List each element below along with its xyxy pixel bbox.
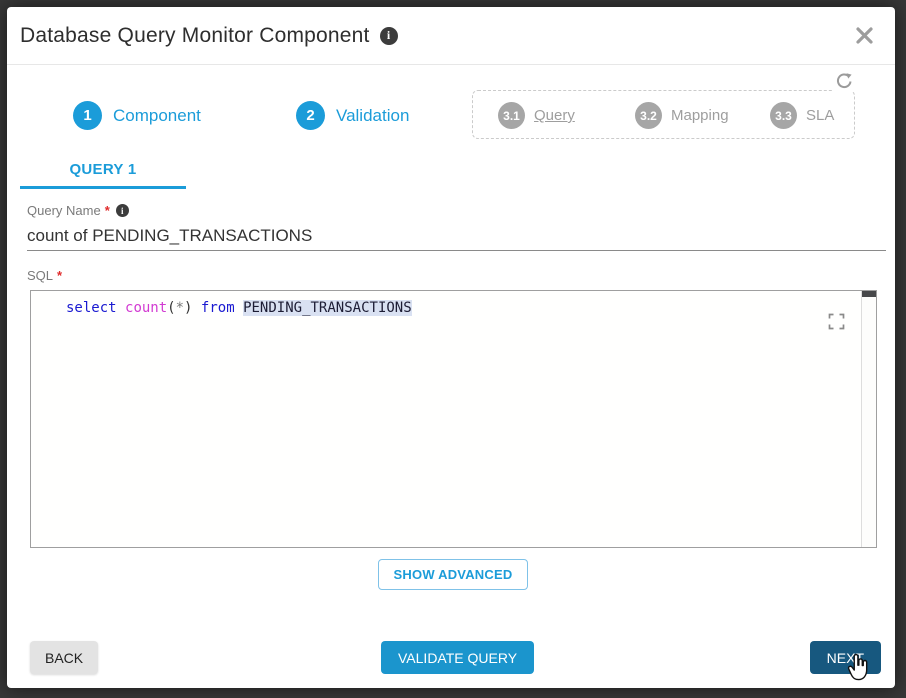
query-name-input[interactable] xyxy=(27,221,886,251)
tab-label: QUERY 1 xyxy=(69,161,136,178)
wizard-step-sla[interactable]: 3.3 SLA xyxy=(770,102,834,129)
validate-query-button[interactable]: VALIDATE QUERY xyxy=(381,641,534,674)
sql-keyword: select xyxy=(66,300,125,316)
query-name-label-row: Query Name * i xyxy=(27,203,129,218)
sql-star: * xyxy=(176,300,184,316)
show-advanced-button[interactable]: SHOW ADVANCED xyxy=(378,559,528,590)
substep-number-badge: 3.1 xyxy=(498,102,525,129)
back-button[interactable]: BACK xyxy=(30,641,98,674)
required-mark: * xyxy=(57,268,62,283)
substep-label: Query xyxy=(534,107,575,124)
info-icon[interactable]: i xyxy=(116,204,129,217)
step-number-badge: 2 xyxy=(296,101,325,130)
sql-paren: ( xyxy=(167,300,175,316)
substep-number-badge: 3.2 xyxy=(635,102,662,129)
sql-function: count xyxy=(125,300,167,316)
refresh-icon[interactable] xyxy=(833,71,856,92)
substep-label: Mapping xyxy=(671,107,729,124)
sql-table-name: PENDING_TRANSACTIONS xyxy=(243,300,412,316)
info-icon[interactable]: i xyxy=(380,27,398,45)
sql-code-editor[interactable]: select count(*) from PENDING_TRANSACTION… xyxy=(30,290,877,548)
sql-keyword: from xyxy=(201,300,235,316)
step-label: Validation xyxy=(336,106,409,126)
editor-vertical-scrollbar[interactable] xyxy=(861,291,876,547)
wizard-step-component[interactable]: 1 Component xyxy=(73,101,201,130)
database-query-monitor-dialog: Database Query Monitor Component i 1 Com… xyxy=(7,7,895,688)
fullscreen-expand-icon[interactable] xyxy=(828,313,845,330)
step-label: Component xyxy=(113,106,201,126)
query-name-label: Query Name xyxy=(27,203,101,218)
close-icon[interactable] xyxy=(854,25,875,46)
dialog-header: Database Query Monitor Component i xyxy=(7,7,895,65)
required-mark: * xyxy=(105,203,110,218)
sql-label-row: SQL * xyxy=(27,268,62,283)
scrollbar-thumb[interactable] xyxy=(862,291,876,297)
sql-label: SQL xyxy=(27,268,53,283)
tab-query-1[interactable]: QUERY 1 xyxy=(20,153,186,189)
wizard-step-mapping[interactable]: 3.2 Mapping xyxy=(635,102,729,129)
substep-number-badge: 3.3 xyxy=(770,102,797,129)
next-button[interactable]: NEXT xyxy=(810,641,881,674)
sql-code-line: select count(*) from PENDING_TRANSACTION… xyxy=(66,300,816,316)
wizard-step-validation[interactable]: 2 Validation xyxy=(296,101,409,130)
wizard-substeps-group: 3.1 Query 3.2 Mapping 3.3 SLA xyxy=(472,90,855,139)
substep-label: SLA xyxy=(806,107,834,124)
wizard-step-query[interactable]: 3.1 Query xyxy=(498,102,575,129)
step-number-badge: 1 xyxy=(73,101,102,130)
dialog-title: Database Query Monitor Component xyxy=(20,24,370,48)
